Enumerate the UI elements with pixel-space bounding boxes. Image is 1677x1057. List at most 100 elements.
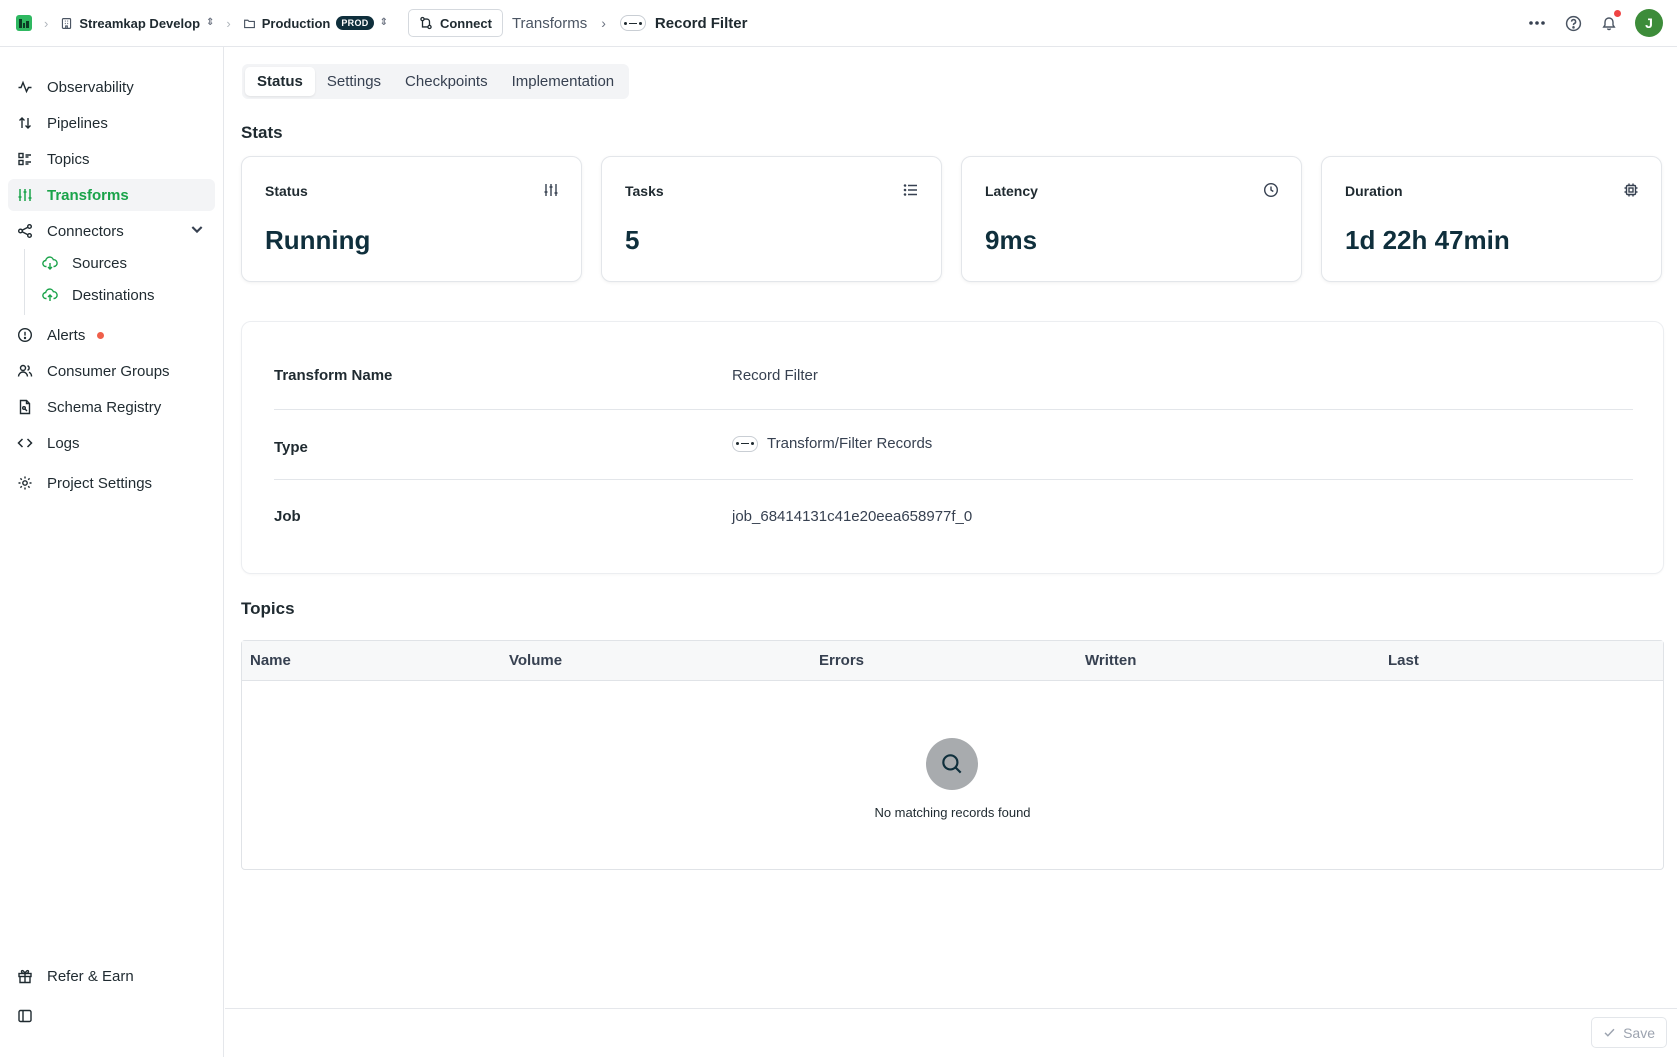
sidebar-item-alerts[interactable]: Alerts xyxy=(8,319,215,351)
sidebar-item-label: Schema Registry xyxy=(47,398,162,416)
detail-key: Transform Name xyxy=(274,367,393,384)
stat-label: Latency xyxy=(985,183,1038,199)
column-header-written[interactable]: Written xyxy=(1085,652,1136,669)
connect-label: Connect xyxy=(439,15,492,31)
sidebar-item-logs[interactable]: Logs xyxy=(8,427,215,459)
org-switcher[interactable]: Streamkap Develop ⇕ xyxy=(60,16,214,31)
stat-card-tasks: Tasks 5 xyxy=(601,156,942,282)
stat-label: Duration xyxy=(1345,183,1403,199)
help-circle-icon xyxy=(1565,15,1581,31)
sidebar-subitem-destinations[interactable]: Destinations xyxy=(42,281,155,309)
tab-status[interactable]: Status xyxy=(245,67,315,96)
collapse-sidebar-button[interactable] xyxy=(8,1000,40,1032)
tab-implementation[interactable]: Implementation xyxy=(500,67,627,96)
sidebar-item-refer-earn[interactable]: Refer & Earn xyxy=(8,960,215,992)
sidebar-subitem-label: Sources xyxy=(72,254,128,272)
tab-settings[interactable]: Settings xyxy=(315,67,393,96)
empty-state-text: No matching records found xyxy=(874,805,1031,820)
column-header-volume[interactable]: Volume xyxy=(509,652,562,669)
arrows-up-down-icon xyxy=(19,117,31,129)
table-header: Name Volume Errors Written Last xyxy=(242,641,1663,681)
cloud-upload-icon xyxy=(42,288,58,301)
sidebar-item-label: Observability xyxy=(47,78,134,96)
sidebar-item-pipelines[interactable]: Pipelines xyxy=(8,107,215,139)
sidebar-item-project-settings[interactable]: Project Settings xyxy=(8,467,215,499)
sliders-icon xyxy=(18,189,32,201)
sidebar-item-label: Logs xyxy=(47,434,80,452)
detail-row-type: Type Transform/Filter Records xyxy=(274,410,1633,480)
env-badge: PROD xyxy=(336,16,374,30)
env-switcher[interactable]: Production PROD ⇕ xyxy=(243,16,388,31)
column-header-errors[interactable]: Errors xyxy=(819,652,864,669)
sidebar-item-schema-registry[interactable]: Schema Registry xyxy=(8,391,215,423)
transform-details-card: Transform Name Record Filter Type Transf… xyxy=(241,321,1664,574)
stats-heading: Stats xyxy=(241,123,283,142)
breadcrumb-transforms[interactable]: Transforms xyxy=(512,15,587,32)
detail-value-text: Record Filter xyxy=(732,367,818,384)
alert-circle-icon xyxy=(17,327,33,343)
topics-heading: Topics xyxy=(241,599,295,618)
tab-checkpoints[interactable]: Checkpoints xyxy=(393,67,500,96)
column-header-last[interactable]: Last xyxy=(1388,652,1419,669)
code-icon xyxy=(17,438,33,448)
stat-value: 5 xyxy=(625,225,640,255)
filter-records-icon xyxy=(732,435,758,452)
sidebar-item-label: Consumer Groups xyxy=(47,362,170,380)
sidebar-item-topics[interactable]: Topics xyxy=(8,143,215,175)
notifications-button[interactable] xyxy=(1591,8,1627,38)
sidebar-item-label: Pipelines xyxy=(47,114,108,132)
sidebar-item-label: Topics xyxy=(47,150,90,168)
chevron-up-down-icon: ⇕ xyxy=(379,17,388,28)
notification-dot xyxy=(1614,10,1621,17)
detail-value: Record Filter xyxy=(732,367,818,384)
detail-value-text: Transform/Filter Records xyxy=(767,435,933,452)
top-bar: › Streamkap Develop ⇕ › Production PROD … xyxy=(0,0,1677,47)
topics-table: Name Volume Errors Written Last No match… xyxy=(241,640,1664,870)
transform-type-icon xyxy=(619,15,646,31)
sidebar-subitem-label: Destinations xyxy=(72,286,155,304)
chevron-up-down-icon: ⇕ xyxy=(206,17,215,28)
sidebar-item-consumer-groups[interactable]: Consumer Groups xyxy=(8,355,215,387)
stat-card-duration: Duration 1d 22h 47min xyxy=(1321,156,1662,282)
sidebar-item-label: Transforms xyxy=(47,186,129,204)
cloud-download-icon xyxy=(42,256,58,270)
detail-row-job: Job job_68414131c41e20eea658977f_0 xyxy=(274,480,1633,550)
sidebar-item-label: Connectors xyxy=(47,222,124,240)
chevron-right-icon: › xyxy=(44,15,49,31)
git-branch-icon xyxy=(420,16,432,30)
sidebar-item-label: Alerts xyxy=(47,326,86,344)
list-grid-icon xyxy=(18,152,31,166)
avatar[interactable]: J xyxy=(1635,9,1663,37)
stat-value: 9ms xyxy=(985,225,1038,255)
bell-icon xyxy=(1602,17,1616,31)
alert-indicator-dot xyxy=(97,331,105,339)
save-button[interactable]: Save xyxy=(1591,1017,1667,1048)
list-icon xyxy=(903,182,919,202)
submenu-guide-line xyxy=(24,249,25,315)
detail-row-transform-name: Transform Name Record Filter xyxy=(274,322,1633,410)
streamkap-logo-icon[interactable] xyxy=(16,15,32,31)
help-button[interactable] xyxy=(1555,8,1591,38)
column-header-name[interactable]: Name xyxy=(250,652,291,669)
sliders-icon xyxy=(543,182,559,202)
save-label: Save xyxy=(1623,1024,1655,1041)
connect-button[interactable]: Connect xyxy=(407,9,503,37)
more-options-button[interactable] xyxy=(1519,8,1555,38)
sidebar-item-transforms[interactable]: Transforms xyxy=(8,179,215,211)
stat-label: Status xyxy=(265,183,308,199)
gear-icon xyxy=(18,476,32,490)
folder-icon xyxy=(243,19,255,28)
detail-key: Job xyxy=(274,508,301,525)
gift-icon xyxy=(18,969,32,984)
cpu-icon xyxy=(1623,182,1639,202)
chevron-down-icon[interactable] xyxy=(189,221,205,241)
clock-icon xyxy=(1263,182,1279,202)
sidebar-item-connectors[interactable]: Connectors xyxy=(8,215,215,247)
sidebar-subitem-sources[interactable]: Sources xyxy=(42,249,127,277)
top-right-actions: J xyxy=(1519,8,1663,38)
stat-label: Tasks xyxy=(625,183,664,199)
sidebar-item-observability[interactable]: Observability xyxy=(8,71,215,103)
empty-state-search-icon xyxy=(926,738,978,790)
footer-bar: Save xyxy=(225,1008,1677,1057)
tab-bar: Status Settings Checkpoints Implementati… xyxy=(242,64,630,99)
